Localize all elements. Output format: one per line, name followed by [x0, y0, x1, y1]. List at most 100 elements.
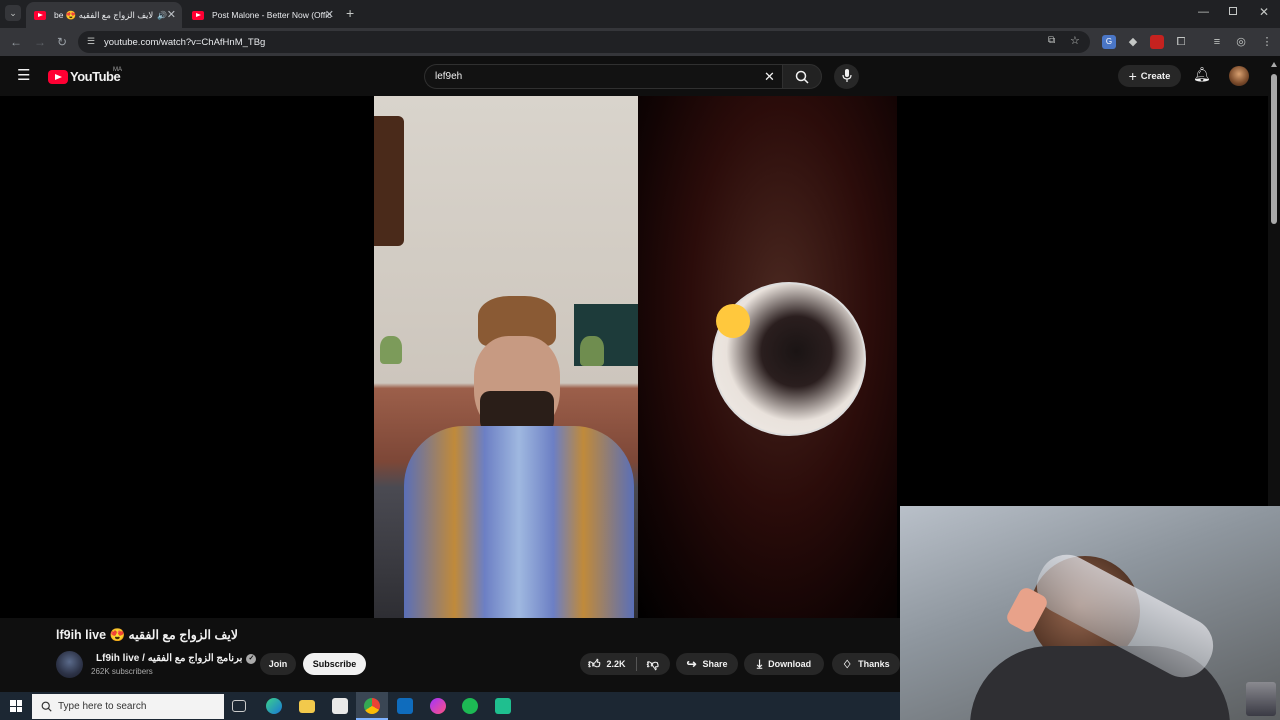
hamburger-menu-icon[interactable]: ☰ [17, 66, 30, 84]
plant-pot [380, 336, 402, 364]
channel-avatar[interactable] [56, 651, 83, 678]
channel-name-text[interactable]: Lf9ih live / برنامج الزواج مع الفقيه [96, 653, 242, 664]
media-control-icon[interactable]: ≡ [1210, 35, 1224, 49]
close-icon[interactable]: ✕ [167, 8, 176, 21]
translate-extension-icon[interactable]: G [1102, 35, 1116, 49]
join-label: Join [268, 659, 288, 669]
windows-start-icon[interactable] [10, 700, 22, 712]
tab-title: لايف الزواج مع الفقيه 😍 be [54, 9, 154, 20]
search-box[interactable]: lef9eh ✕ [424, 64, 782, 89]
profile-icon[interactable]: ◎ [1234, 35, 1248, 49]
tab-active[interactable]: لايف الزواج مع الفقيه 😍 be 🔊 ✕ [26, 2, 182, 28]
subscribe-label: Subscribe [312, 659, 357, 669]
like-dislike-group: 👍︎ 2.2K 👎︎ [580, 653, 670, 675]
subscribe-button[interactable]: Subscribe [303, 653, 366, 675]
omnibox[interactable]: ☰ youtube.com/watch?v=ChAfHnM_TBg ⧉ ☆ [78, 31, 1090, 53]
thumbs-up-icon: 👍︎ [588, 656, 601, 671]
taskbar-search-box[interactable]: Type here to search [32, 694, 224, 719]
thanks-label: Thanks [858, 659, 890, 669]
join-button[interactable]: Join [260, 653, 296, 675]
app-green-icon[interactable] [495, 698, 511, 714]
wall-clock [374, 116, 404, 246]
thumbs-down-icon[interactable]: 👎︎ [647, 657, 659, 672]
microphone-icon [842, 69, 852, 82]
share-label: Share [702, 659, 728, 669]
share-icon: ↪ [686, 657, 697, 671]
spotify-icon[interactable] [462, 698, 478, 714]
plus-icon: + [1128, 68, 1137, 84]
download-icon: ⤓ [756, 656, 763, 671]
search-icon [41, 701, 52, 712]
share-button[interactable]: ↪ Share [676, 653, 738, 675]
youtube-favicon-icon [192, 10, 204, 20]
taskbar-search-placeholder: Type here to search [58, 701, 147, 712]
region-code: MA [113, 67, 122, 73]
page-scrollbar[interactable] [1268, 56, 1280, 506]
create-button[interactable]: + Create [1118, 65, 1181, 87]
youtube-logo-icon[interactable] [48, 70, 68, 84]
file-explorer-icon[interactable] [299, 700, 315, 713]
search-input[interactable]: lef9eh [435, 71, 462, 82]
back-icon[interactable]: ← [10, 35, 22, 49]
messenger-icon[interactable] [430, 698, 446, 714]
extension-red-icon[interactable] [1150, 35, 1164, 49]
video-left-panel [374, 96, 638, 618]
youtube-favicon-icon [34, 10, 46, 20]
tab-title: Post Malone - Better Now (Offic [212, 10, 332, 20]
speaker-icon[interactable]: 🔊 [157, 11, 167, 20]
search-button[interactable] [782, 64, 822, 89]
install-app-icon[interactable]: ⧉ [1048, 35, 1055, 46]
divider [635, 657, 637, 671]
extension-icon[interactable]: ◆ [1126, 35, 1140, 49]
video-info-section: lf9ih live 😍 لايف الزواج مع الفقيه Lf9ih… [0, 618, 900, 692]
like-count: 2.2K [606, 659, 626, 669]
browser-toolbar: ← → ↻ ☰ youtube.com/watch?v=ChAfHnM_TBg … [0, 28, 1280, 56]
verified-icon: ✓ [246, 653, 257, 664]
chrome-icon [364, 698, 380, 714]
scroll-up-icon[interactable] [1271, 62, 1277, 67]
avatar[interactable] [1229, 66, 1249, 86]
clear-search-icon[interactable]: ✕ [764, 69, 775, 85]
like-button[interactable]: 👍︎ 2.2K [588, 657, 626, 672]
windows-taskbar: Type here to search [0, 692, 900, 720]
notifications-bell-icon[interactable]: 🔔︎ [1193, 66, 1211, 83]
browser-tab-strip: ⌄ لايف الزواج مع الفقيه 😍 be 🔊 ✕ Post Ma… [0, 0, 1280, 28]
close-icon[interactable]: ✕ [325, 8, 334, 21]
forward-icon[interactable]: → [34, 35, 46, 49]
puzzle-icon[interactable]: ⧠ [1174, 35, 1188, 49]
bookmark-star-icon[interactable]: ☆ [1070, 34, 1080, 47]
channel-name[interactable]: Lf9ih live / برنامج الزواج مع الفقيه ✓ [96, 653, 257, 664]
video-right-panel [638, 96, 897, 618]
tab-inactive[interactable]: Post Malone - Better Now (Offic ✕ [184, 2, 340, 28]
streamer-logo [1246, 682, 1276, 716]
tab-search-button[interactable]: ⌄ [5, 5, 21, 21]
webcam-overlay [900, 506, 1280, 720]
youtube-header: ☰ YouTube MA lef9eh ✕ + Create 🔔︎ [0, 56, 1268, 96]
window-close-button[interactable]: ✕ [1259, 5, 1269, 19]
reload-icon[interactable]: ↻ [57, 35, 67, 49]
url-text[interactable]: youtube.com/watch?v=ChAfHnM_TBg [104, 37, 265, 48]
plant-pot [580, 336, 604, 366]
video-frame[interactable] [374, 96, 897, 618]
menu-kebab-icon[interactable]: ⋮ [1260, 35, 1274, 49]
thanks-icon: ♢ [842, 658, 853, 671]
subscriber-count: 262K subscribers [91, 667, 153, 676]
task-view-icon[interactable] [232, 700, 246, 712]
restore-button[interactable] [1229, 7, 1237, 15]
new-tab-button[interactable]: + [346, 6, 354, 20]
store-icon[interactable] [332, 698, 348, 714]
download-label: Download [768, 659, 812, 669]
voice-search-button[interactable] [834, 64, 859, 89]
person-robe [404, 426, 634, 618]
outlook-icon[interactable] [397, 698, 413, 714]
thanks-button[interactable]: ♢ Thanks [832, 653, 900, 675]
emoji-icon [716, 304, 750, 338]
search-icon [795, 70, 809, 84]
download-button[interactable]: ⤓ Download [744, 653, 824, 675]
scrollbar-thumb[interactable] [1271, 74, 1277, 224]
minimize-button[interactable]: — [1198, 6, 1209, 18]
edge-icon[interactable] [266, 698, 282, 714]
chrome-taskbar-item[interactable] [356, 692, 388, 720]
create-label: Create [1140, 70, 1171, 82]
site-info-icon[interactable]: ☰ [87, 36, 95, 47]
